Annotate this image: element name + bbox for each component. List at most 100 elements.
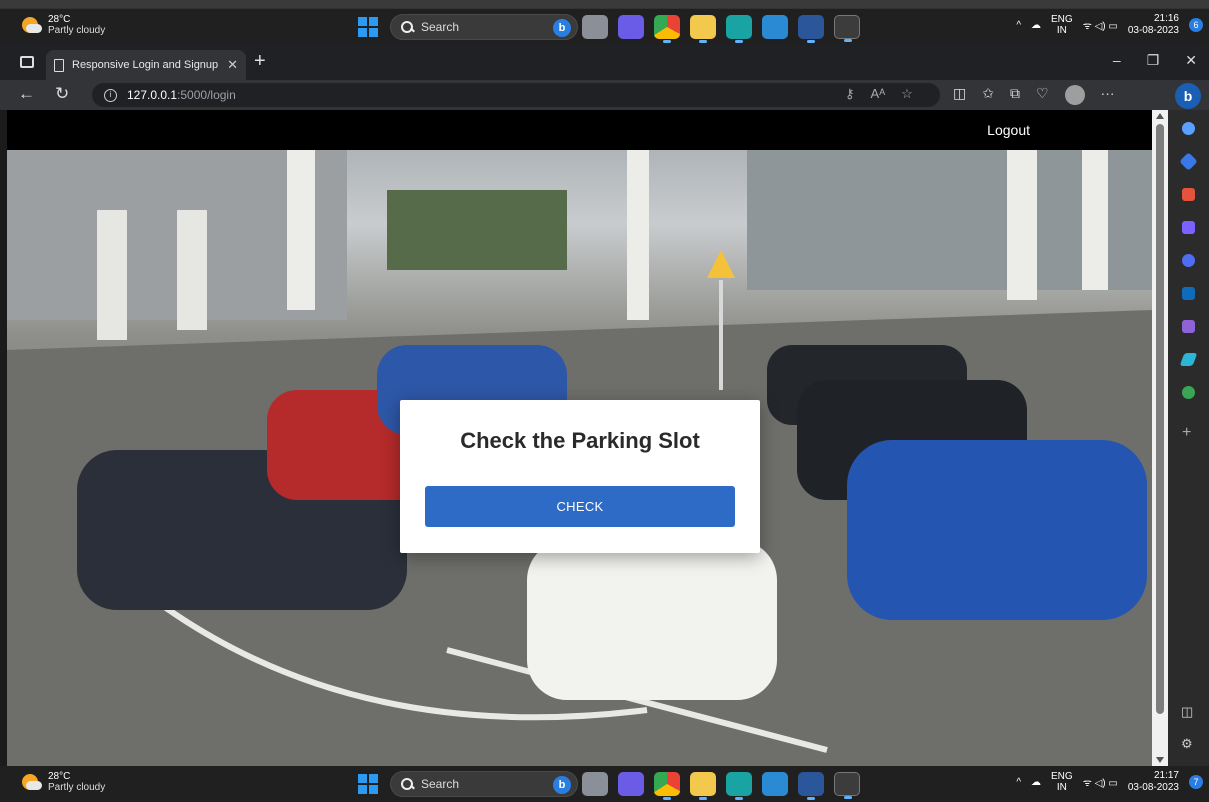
wifi-volume-battery-icon[interactable]: ᯤ ◁) ▭ [1083, 18, 1118, 32]
teams-icon[interactable] [618, 772, 644, 796]
onedrive-icon[interactable]: ☁ [1031, 20, 1041, 31]
bing-chat-icon[interactable]: b [1175, 83, 1201, 109]
terminal-icon[interactable] [834, 15, 860, 42]
sidebar-panel-icon[interactable]: ◫ [1181, 704, 1193, 720]
split-screen-icon[interactable]: ◫ [953, 85, 966, 105]
mail-icon[interactable] [762, 15, 788, 39]
url-path: :5000/login [177, 88, 236, 102]
system-tray: ^ ☁ ENG IN ᯤ ◁) ▭ 21:16 03-08-2023 6 [1016, 13, 1203, 37]
new-tab-icon[interactable]: + [254, 50, 266, 73]
weather-widget[interactable]: 28°C Partly cloudy [22, 771, 105, 793]
wifi-volume-battery-icon[interactable]: ᯤ ◁) ▭ [1083, 775, 1118, 789]
weather-widget[interactable]: 28°C Partly cloudy [22, 14, 105, 36]
minimize-icon[interactable]: – [1113, 52, 1121, 69]
restore-icon[interactable]: ❐ [1147, 52, 1160, 69]
windows-start-icon[interactable] [358, 17, 378, 37]
scroll-down-icon[interactable] [1156, 757, 1164, 763]
chrome-icon[interactable] [654, 772, 680, 800]
read-aloud-icon[interactable]: Aᴬ [871, 86, 886, 102]
pillar [627, 150, 649, 320]
collections-icon[interactable]: ⧉ [1010, 85, 1020, 105]
car-blue-right [847, 440, 1147, 620]
task-view-icon[interactable] [582, 772, 608, 796]
profile-avatar-icon[interactable] [1064, 85, 1085, 105]
close-tab-icon[interactable]: ✕ [227, 57, 238, 73]
key-icon[interactable]: ⚷ [845, 86, 855, 102]
edit-icon[interactable] [1182, 320, 1195, 333]
file-explorer-icon[interactable] [690, 15, 716, 43]
more-options-icon[interactable]: ··· [1101, 85, 1115, 105]
tab-active[interactable]: Responsive Login and Signup Fo ✕ [46, 50, 246, 80]
notification-badge[interactable]: 7 [1189, 775, 1203, 789]
toolbox-icon[interactable] [1182, 188, 1195, 201]
partly-cloudy-icon [22, 15, 42, 35]
refresh-icon[interactable]: ↻ [55, 84, 69, 104]
clock-time: 21:17 [1153, 770, 1179, 781]
edge-sidebar: + ◫ ⚙ [1168, 110, 1209, 766]
mail-icon[interactable] [762, 772, 788, 796]
send-icon[interactable] [1179, 353, 1198, 366]
clock-time: 21:16 [1153, 13, 1179, 24]
lang-code: ENG [1051, 14, 1073, 25]
taskbar-search[interactable]: Search b [390, 771, 578, 797]
pillar [97, 210, 127, 340]
favorites-icon[interactable]: ✩ [982, 85, 994, 105]
tree-icon[interactable] [1182, 386, 1195, 399]
file-explorer-icon[interactable] [690, 772, 716, 800]
clock[interactable]: 21:17 03-08-2023 [1128, 770, 1179, 794]
pillar [287, 150, 315, 310]
language-indicator[interactable]: ENG IN [1051, 14, 1073, 36]
scroll-thumb[interactable] [1156, 124, 1164, 714]
sign-pole [719, 280, 723, 390]
task-view-icon[interactable] [582, 15, 608, 39]
word-icon[interactable] [798, 772, 824, 800]
language-indicator[interactable]: ENG IN [1051, 771, 1073, 793]
bing-icon: b [553, 19, 571, 37]
back-icon[interactable]: ← [18, 84, 35, 104]
edge-icon[interactable] [726, 15, 752, 43]
taskbar-top: 28°C Partly cloudy Search b ^ ☁ ENG IN ᯤ… [0, 8, 1209, 44]
add-icon[interactable]: + [1182, 424, 1191, 442]
logout-link[interactable]: Logout [987, 122, 1030, 138]
chrome-icon[interactable] [654, 15, 680, 43]
notification-badge[interactable]: 6 [1189, 18, 1203, 32]
edge-icon[interactable] [726, 772, 752, 800]
taskbar-search[interactable]: Search b [390, 14, 578, 40]
url-tools: ⚷ Aᴬ ☆ [845, 86, 913, 102]
outlook-icon[interactable] [1182, 287, 1195, 300]
teams-icon[interactable] [618, 15, 644, 39]
search-icon[interactable] [1182, 122, 1195, 135]
car-white-front [527, 540, 777, 700]
tag-icon[interactable] [1179, 152, 1198, 171]
favorite-star-icon[interactable]: ☆ [901, 86, 913, 102]
settings-gear-icon[interactable]: ⚙ [1181, 736, 1193, 752]
page-icon [54, 58, 64, 72]
chevron-up-icon[interactable]: ^ [1016, 20, 1021, 31]
card-title: Check the Parking Slot [460, 428, 700, 453]
chevron-up-icon[interactable]: ^ [1016, 777, 1021, 788]
tab-title: Responsive Login and Signup Fo [72, 59, 220, 71]
windows-start-icon[interactable] [358, 774, 378, 794]
terminal-icon[interactable] [834, 772, 860, 799]
check-button[interactable]: CHECK [425, 486, 735, 527]
close-window-icon[interactable]: ✕ [1185, 52, 1197, 69]
lang-region: IN [1056, 782, 1067, 793]
clock[interactable]: 21:16 03-08-2023 [1128, 13, 1179, 37]
system-tray: ^ ☁ ENG IN ᯤ ◁) ▭ 21:17 03-08-2023 7 [1016, 770, 1203, 794]
scroll-up-icon[interactable] [1156, 113, 1164, 119]
lang-region: IN [1056, 25, 1067, 36]
people-icon[interactable] [1182, 221, 1195, 234]
url-host: 127.0.0.1 [127, 88, 178, 102]
onedrive-icon[interactable]: ☁ [1031, 777, 1041, 788]
copilot-icon[interactable] [1182, 254, 1195, 267]
site-navbar: Logout [7, 110, 1152, 150]
url-field[interactable]: i 127.0.0.1:5000/login [92, 83, 940, 107]
page-viewport: Logout Check the Parking Slot CHECK [7, 110, 1152, 766]
lang-code: ENG [1051, 771, 1073, 782]
page-scrollbar[interactable] [1152, 110, 1168, 766]
site-info-icon[interactable]: i [104, 88, 117, 102]
word-icon[interactable] [798, 15, 824, 43]
tab-actions-icon[interactable] [20, 56, 34, 68]
weather-temp: 28°C [48, 14, 71, 25]
browser-essentials-icon[interactable]: ♡ [1036, 85, 1049, 105]
